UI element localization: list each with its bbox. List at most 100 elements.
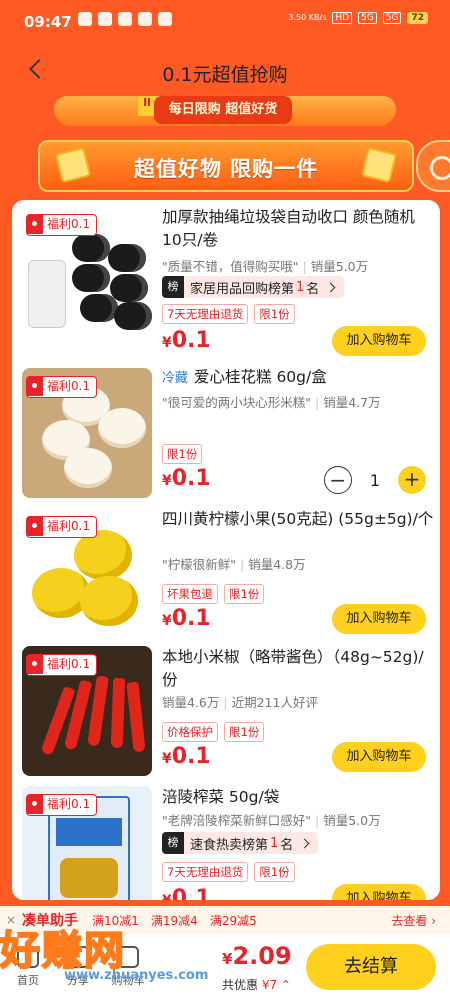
- service-tags: 限1份: [162, 444, 203, 464]
- floating-side-button[interactable]: [416, 140, 450, 192]
- sales-count: 销量5.0万: [323, 813, 381, 828]
- sales-count: 销量5.0万: [310, 259, 369, 274]
- review-quote: "老牌涪陵榨菜新鲜口感好": [162, 813, 311, 828]
- review-quote: "柠檬很新鲜": [162, 557, 236, 572]
- decrease-quantity-button[interactable]: −: [323, 466, 352, 494]
- status-indicators: 3.50 KB/s HD 5G 5G 72: [288, 12, 428, 24]
- daily-limit-banner: Il 每日限购 超值好货: [54, 96, 396, 126]
- product-name[interactable]: 涪陵榨菜 50g/袋: [162, 786, 434, 809]
- product-review: "老牌涪陵榨菜新鲜口感好" | 销量5.0万: [162, 813, 381, 828]
- product-name[interactable]: 冷藏 爱心桂花糕 60g/盒: [162, 366, 434, 390]
- product-name[interactable]: 加厚款抽绳垃圾袋自动收口 颜色随机10只/卷: [162, 206, 434, 252]
- ranking-suffix: 名: [306, 281, 320, 297]
- ranking-text: 速食热卖榜第: [190, 837, 269, 853]
- ranking-badge[interactable]: 榜 速食热卖榜第 1 名: [162, 832, 319, 854]
- ranking-number: 1: [296, 279, 305, 295]
- refrigerated-tag: 冷藏: [162, 371, 189, 386]
- value-goods-banner: 超值好物 限购一件: [38, 140, 414, 192]
- product-image[interactable]: 福利0.1: [22, 786, 152, 900]
- product-price: ¥0.1: [162, 466, 211, 491]
- ranking-icon: 榜: [162, 832, 184, 854]
- add-to-cart-button[interactable]: 加入购物车: [332, 604, 426, 634]
- status-bar: 09:47 3.50 KB/s HD 5G 5G 72: [0, 0, 450, 44]
- review-quote: "质量不错，值得购买哦": [162, 259, 299, 274]
- watermark-url: www.zhuanyes.com: [64, 968, 209, 983]
- service-tag: 坏果包退: [162, 584, 218, 604]
- status-time: 09:47: [24, 13, 72, 31]
- welfare-badge: 福利0.1: [26, 654, 98, 676]
- checkout-button[interactable]: 去结算: [306, 944, 436, 990]
- sales-count: 销量4.7万: [323, 395, 381, 410]
- signal-hd-icon: HD: [332, 12, 353, 24]
- chevron-right-icon: [299, 838, 310, 848]
- product-review: "质量不错，值得购买哦" | 销量5.0万: [162, 259, 369, 274]
- product-item[interactable]: 福利0.1 冷藏 爱心桂花糕 60g/盒 "很可爱的两小块心形米糕" | 销量4.7万…: [12, 362, 440, 502]
- ranking-badge[interactable]: 榜 家居用品回购榜第 1 名: [162, 276, 345, 298]
- product-item[interactable]: 福利0.1 本地小米椒（略带酱色）（48g~52g)/份 销量4.6万 | 近期21…: [12, 640, 440, 780]
- product-price: ¥0.1: [162, 744, 211, 769]
- product-item[interactable]: 福利0.1 加厚款抽绳垃圾袋自动收口 颜色随机10只/卷 "质量不错，值得购买哦…: [12, 200, 440, 356]
- service-tags: 7天无理由退货 限1份: [162, 304, 295, 324]
- service-tag: 7天无理由退货: [162, 304, 249, 324]
- ranking-number: 1: [270, 835, 279, 851]
- increase-quantity-button[interactable]: +: [398, 466, 426, 494]
- add-to-cart-button[interactable]: 加入购物车: [332, 884, 426, 900]
- total-price: ¥2.09: [222, 942, 292, 970]
- page-title: 0.1元超值抢购: [162, 64, 288, 86]
- product-image[interactable]: 福利0.1: [22, 206, 152, 336]
- discount-rule: 满29减5: [209, 913, 257, 928]
- product-name[interactable]: 四川黄柠檬小果(50克起) (55g±5g)/个: [162, 508, 434, 531]
- service-tag: 7天无理由退货: [162, 862, 249, 882]
- total-saving[interactable]: 共优惠 ¥7 ⌃: [222, 976, 291, 993]
- sales-count: 销量4.6万: [162, 695, 220, 710]
- product-name[interactable]: 本地小米椒（略带酱色）（48g~52g)/份: [162, 646, 434, 692]
- review-quote: "很可爱的两小块心形米糕": [162, 395, 311, 410]
- product-price: ¥0.1: [162, 606, 211, 631]
- add-to-cart-button[interactable]: 加入购物车: [332, 326, 426, 356]
- limit-tag: 限1份: [254, 862, 295, 882]
- view-bundle-link[interactable]: 去查看 ›: [391, 912, 436, 929]
- product-item[interactable]: 福利0.1 涪陵榨菜 50g/袋 "老牌涪陵榨菜新鲜口感好" | 销量5.0万 榜 …: [12, 780, 440, 900]
- ranking-icon: 榜: [162, 276, 184, 298]
- limit-tag: 限1份: [224, 584, 265, 604]
- status-app-icons: [78, 12, 172, 26]
- service-tag: 价格保护: [162, 722, 218, 742]
- chevron-right-icon: [325, 282, 336, 292]
- signal-5g-icon: 5G: [358, 12, 377, 24]
- service-tags: 7天无理由退货 限1份: [162, 862, 295, 882]
- ranking-text: 家居用品回购榜第: [190, 281, 295, 297]
- welfare-badge: 福利0.1: [26, 516, 98, 538]
- product-image[interactable]: 福利0.1: [22, 508, 152, 638]
- app-notification-icon: [118, 12, 132, 26]
- quantity-stepper[interactable]: − 1 +: [323, 466, 426, 494]
- service-tags: 价格保护 限1份: [162, 722, 265, 742]
- app-notification-icon: [78, 12, 92, 26]
- welfare-badge: 福利0.1: [26, 794, 98, 816]
- product-image[interactable]: 福利0.1: [22, 646, 152, 776]
- good-review-count: 近期211人好评: [231, 695, 318, 710]
- signal-5g-icon: 5G: [382, 12, 402, 24]
- welfare-badge: 福利0.1: [26, 376, 98, 398]
- page-header: 0.1元超值抢购: [0, 44, 450, 100]
- banner-main-text: 超值好物 限购一件: [133, 157, 319, 181]
- product-price: ¥0.1: [162, 328, 211, 353]
- product-price: ¥0.1: [162, 886, 211, 900]
- app-notification-icon: [138, 12, 152, 26]
- service-tags: 坏果包退 限1份: [162, 584, 265, 604]
- product-review: "很可爱的两小块心形米糕" | 销量4.7万: [162, 395, 381, 410]
- product-list: 福利0.1 加厚款抽绳垃圾袋自动收口 颜色随机10只/卷 "质量不错，值得购买哦…: [12, 200, 440, 900]
- product-item[interactable]: 福利0.1 四川黄柠檬小果(50克起) (55g±5g)/个 "柠檬很新鲜" | 销…: [12, 502, 440, 642]
- product-review: 销量4.6万 | 近期211人好评: [162, 695, 318, 710]
- limit-tag: 限1份: [162, 444, 203, 464]
- add-to-cart-button[interactable]: 加入购物车: [332, 742, 426, 772]
- site-watermark: 好赚网: [0, 927, 126, 975]
- product-review: "柠檬很新鲜" | 销量4.8万: [162, 557, 306, 572]
- app-notification-icon: [98, 12, 112, 26]
- app-notification-icon: [158, 12, 172, 26]
- limit-tag: 限1份: [224, 722, 265, 742]
- product-image[interactable]: 福利0.1: [22, 368, 152, 498]
- banner-top-text: 每日限购 超值好货: [154, 96, 292, 124]
- sales-count: 销量4.8万: [248, 557, 306, 572]
- net-speed: 3.50 KB/s: [288, 13, 327, 22]
- welfare-badge: 福利0.1: [26, 214, 98, 236]
